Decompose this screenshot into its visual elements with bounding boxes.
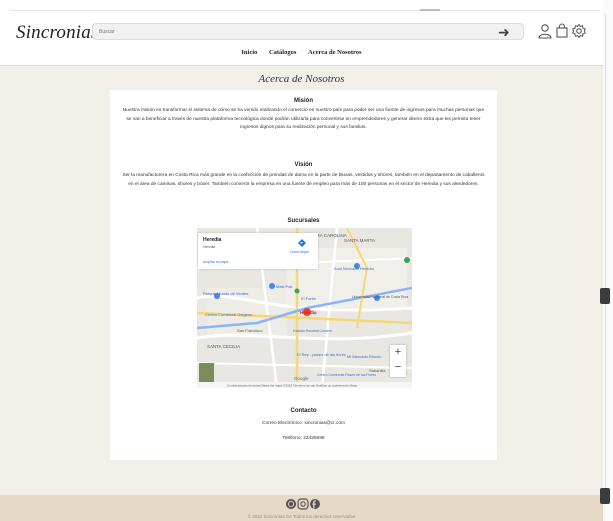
social-icons — [286, 498, 320, 510]
nav-item-inicio[interactable]: Inicio — [241, 49, 257, 56]
map-label: SANTA MARTA — [344, 238, 375, 243]
map-label: Google — [294, 376, 309, 381]
contacto-title: Contacto — [290, 408, 317, 414]
map-label: Estadio Rosabal Cordero — [293, 329, 332, 333]
gear-icon[interactable] — [571, 23, 587, 39]
scrollbar-thumb[interactable] — [605, 14, 610, 494]
directions-icon[interactable] — [298, 239, 306, 247]
larger-map-link[interactable]: Ampliar el mapa — [203, 260, 228, 264]
arrow-right-icon[interactable]: ➜ — [498, 24, 510, 41]
site-header: Sincronias ➜ — [0, 14, 603, 54]
map-label: El Rey - paseo de las flores — [297, 352, 346, 357]
logo[interactable]: Sincronias — [16, 22, 99, 44]
site-footer: © 2023 Sincronías SA Todos los derechos … — [0, 495, 603, 521]
side-tab-lower[interactable] — [600, 488, 610, 504]
map-label: El Fortín — [301, 296, 316, 301]
map-label: Aulo Mercado Heredia — [334, 266, 375, 271]
search-input[interactable] — [92, 23, 524, 40]
main-nav: Inicio Catálogos Acerca de Nosotros — [0, 49, 603, 63]
directions-link[interactable]: Cómo llegar — [290, 250, 309, 254]
vision-text: Ser la manufacturera en Costa Rica más g… — [122, 173, 485, 187]
page-title: Acerca de Nosotros — [258, 73, 345, 85]
map-label: Centro Comercial Paseo de las Flores — [317, 373, 376, 377]
map-place-sub: Heredia — [203, 245, 216, 249]
nav-item-catalogos[interactable]: Catálogos — [269, 49, 296, 56]
map-label: Maxi Palí — [276, 284, 293, 289]
user-icon[interactable] — [537, 23, 553, 39]
map-zoom-control: + − — [390, 345, 406, 377]
map-label: SANTA CECILIA — [207, 344, 240, 349]
map-label: Mi Mercado Rincón — [347, 354, 381, 359]
map-info-card: Heredia Heredia Cómo llegar Ampliar el m… — [198, 233, 318, 269]
contact-phone: Teléfono: 22425698 — [282, 436, 325, 441]
side-tab-upper[interactable] — [600, 288, 610, 304]
map-attribution: Combinaciones de teclas Datos del mapa ©… — [227, 384, 357, 388]
map-label: San Francisco — [237, 328, 263, 333]
whatsapp-icon[interactable] — [286, 499, 296, 509]
bag-icon[interactable] — [554, 23, 570, 39]
instagram-icon[interactable] — [297, 498, 309, 510]
vision-title: Visión — [294, 162, 313, 168]
contact-email: Correo Electrónico: sincronias@cr.com — [262, 421, 345, 426]
top-border — [0, 0, 613, 11]
sucursales-title: Sucursales — [287, 218, 320, 224]
map-label: Centro Comercial Oxígeno — [205, 312, 253, 317]
divider — [0, 65, 603, 66]
zoom-in-button[interactable]: + — [390, 345, 406, 360]
facebook-icon[interactable] — [310, 499, 320, 509]
zoom-out-button[interactable]: − — [390, 360, 406, 375]
map-place-name: Heredia — [203, 237, 222, 243]
map-label: Heredia — [300, 310, 317, 315]
map-label: Parque Mundo de Verdes — [203, 291, 248, 296]
map-label: Universidad Nacional de Costa Rica — [352, 295, 408, 299]
nav-item-acerca[interactable]: Acerca de Nosotros — [308, 49, 362, 56]
copyright: © 2023 Sincronías SA Todos los derechos … — [247, 514, 356, 519]
mision-title: Misión — [294, 98, 313, 104]
mision-text: Nuestra misión es transformar el sistema… — [122, 108, 485, 130]
